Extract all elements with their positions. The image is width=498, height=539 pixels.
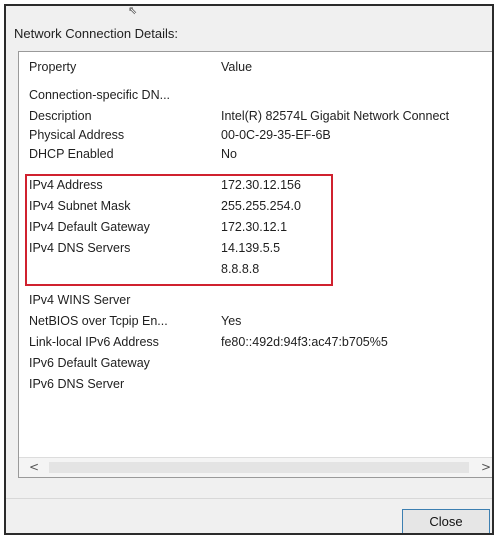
property-cell: IPv6 DNS Server <box>29 377 125 391</box>
list-item[interactable]: Link-local IPv6 Address fe80::492d:94f3:… <box>19 335 492 354</box>
value-cell: fe80::492d:94f3:ac47:b705%5 <box>221 335 388 349</box>
dialog-title: Network Connection Details: <box>14 26 179 41</box>
property-cell: Link-local IPv6 Address <box>29 335 159 349</box>
value-cell: Yes <box>221 314 242 328</box>
column-header-value[interactable]: Value <box>221 60 252 74</box>
list-item[interactable]: Connection-specific DN... <box>19 88 492 107</box>
list-item[interactable]: Description Intel(R) 82574L Gigabit Netw… <box>19 109 492 128</box>
cursor-icon: ⇖ <box>128 4 138 17</box>
property-cell: Physical Address <box>29 128 125 142</box>
list-item[interactable]: NetBIOS over Tcpip En... Yes <box>19 314 492 333</box>
footer-divider <box>6 498 492 499</box>
ipv4-highlight-box <box>25 174 333 286</box>
list-item[interactable]: IPv6 DNS Server <box>19 377 492 396</box>
property-cell: IPv6 Default Gateway <box>29 356 150 370</box>
close-button[interactable]: Close <box>402 509 490 533</box>
value-cell: 00-0C-29-35-EF-6B <box>221 128 331 142</box>
list-item[interactable]: IPv4 WINS Server <box>19 293 492 312</box>
column-header-property[interactable]: Property <box>29 60 76 74</box>
property-cell: DHCP Enabled <box>29 147 114 161</box>
list-item[interactable]: Physical Address 00-0C-29-35-EF-6B <box>19 128 492 147</box>
horizontal-scrollbar[interactable]: < > <box>19 457 492 477</box>
property-cell: Connection-specific DN... <box>29 88 171 102</box>
network-details-window: ⇖ Network Connection Details: Property V… <box>4 4 494 535</box>
property-cell: NetBIOS over Tcpip En... <box>29 314 168 328</box>
scrollbar-thumb[interactable] <box>49 462 469 473</box>
value-cell: No <box>221 147 237 161</box>
property-cell: IPv4 WINS Server <box>29 293 131 307</box>
scroll-left-icon[interactable]: < <box>29 460 39 474</box>
details-list[interactable]: Property Value Connection-specific DN...… <box>18 51 492 478</box>
scroll-right-icon[interactable]: > <box>481 460 491 474</box>
list-item[interactable]: DHCP Enabled No <box>19 147 492 166</box>
list-item[interactable]: IPv6 Default Gateway <box>19 356 492 375</box>
value-cell: Intel(R) 82574L Gigabit Network Connect <box>221 109 450 123</box>
property-cell: Description <box>29 109 92 123</box>
